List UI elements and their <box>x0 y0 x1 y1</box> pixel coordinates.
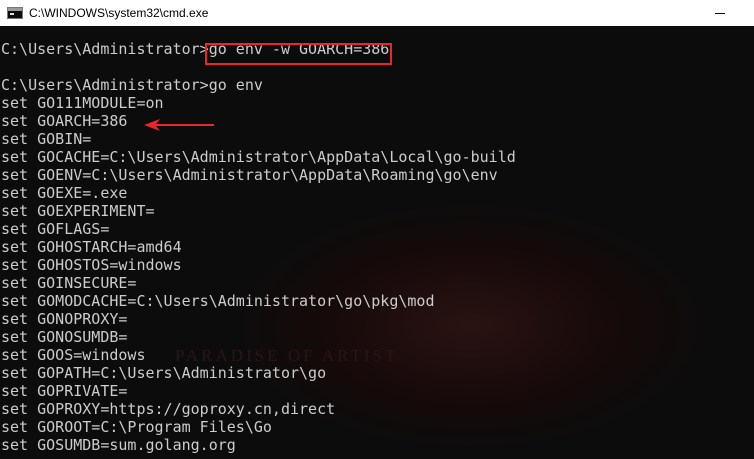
console-line: set GOEXE=.exe <box>1 184 128 202</box>
console-line: set GOEXPERIMENT= <box>1 202 155 220</box>
console-line: set GONOSUMDB= <box>1 328 128 346</box>
console-line: set GOOS=windows <box>1 346 146 364</box>
console-line: set GOCACHE=C:\Users\Administrator\AppDa… <box>1 148 516 166</box>
minimize-icon <box>715 12 725 14</box>
annotation-arrow-icon <box>144 119 214 131</box>
console-line: set GOHOSTOS=windows <box>1 256 182 274</box>
console-line: set GOFLAGS= <box>1 220 110 238</box>
minimize-button[interactable] <box>700 0 740 26</box>
cmd-icon <box>7 7 23 19</box>
console-output[interactable]: PARADISE OF ARTIST C:\Users\Administrato… <box>0 26 754 459</box>
console-line: set GOSUMDB=sum.golang.org <box>1 436 236 454</box>
title-bar: C:\WINDOWS\system32\cmd.exe <box>0 0 754 27</box>
console-line: set GOBIN= <box>1 130 92 148</box>
console-line: C:\Users\Administrator>go env <box>1 76 263 94</box>
console-line: set GOMODCACHE=C:\Users\Administrator\go… <box>1 292 435 310</box>
console-line: set GOHOSTARCH=amd64 <box>1 238 182 256</box>
window-title: C:\WINDOWS\system32\cmd.exe <box>29 6 209 20</box>
command-highlight-box <box>205 43 392 65</box>
console-line: set GOINSECURE= <box>1 274 137 292</box>
console-line: set GOPRIVATE= <box>1 382 128 400</box>
console-line: set GO111MODULE=on <box>1 94 164 112</box>
console-line: set GOPROXY=https://goproxy.cn,direct <box>1 400 336 418</box>
console-line: set GONOPROXY= <box>1 310 128 328</box>
console-line: set GOARCH=386 <box>1 112 128 130</box>
console-line: set GOROOT=C:\Program Files\Go <box>1 418 272 436</box>
console-line: set GOPATH=C:\Users\Administrator\go <box>1 364 327 382</box>
console-line: set GOENV=C:\Users\Administrator\AppData… <box>1 166 498 184</box>
